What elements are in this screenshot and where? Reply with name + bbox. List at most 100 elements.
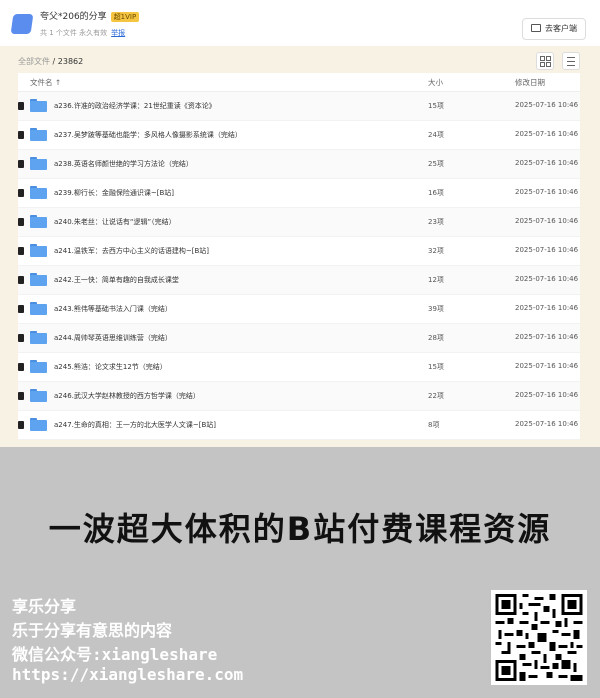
folder-icon bbox=[30, 331, 47, 344]
folder-icon bbox=[30, 418, 47, 431]
table-row[interactable]: a238.英语名师颜世绝的学习方法论（完结） 25项 2025-07-16 10:4… bbox=[18, 150, 580, 179]
folder-body bbox=[30, 159, 47, 170]
folder-body bbox=[30, 275, 47, 286]
file-size: 24项 bbox=[428, 131, 444, 139]
list-view-icon-line bbox=[567, 61, 575, 62]
share-meta: 共 1 个文件 永久有效 举报 bbox=[40, 28, 125, 38]
table-row[interactable]: a247.生命的真相：王一方的北大医学人文课~[B站] 8项 2025-07-16 … bbox=[18, 411, 580, 440]
row-checkbox[interactable] bbox=[18, 305, 24, 313]
file-name[interactable]: a241.温铁军：去西方中心主义的话语建构~[B站] bbox=[54, 246, 209, 256]
file-date: 2025-07-16 10:46 bbox=[515, 130, 579, 138]
share-logo-icon bbox=[10, 14, 34, 34]
file-date: 2025-07-16 10:46 bbox=[515, 188, 579, 196]
grid-view-icon bbox=[540, 56, 545, 61]
share-header: 夸父*206的分享 超1VIP 共 1 个文件 永久有效 举报 去客户端 bbox=[0, 0, 600, 46]
folder-icon bbox=[30, 302, 47, 315]
file-size: 25项 bbox=[428, 160, 444, 168]
promo-slogan: 乐于分享有意思的内容 bbox=[12, 621, 173, 640]
file-table: 文件名 ↑ 大小 修改日期 a236.许准的政治经济学课：21世纪重读《资本论》… bbox=[18, 73, 580, 440]
file-size: 28项 bbox=[428, 334, 444, 342]
breadcrumb-root[interactable]: 全部文件 bbox=[18, 57, 50, 66]
file-share-screenshot: 夸父*206的分享 超1VIP 共 1 个文件 永久有效 举报 去客户端 全部文件 … bbox=[0, 0, 600, 447]
file-size: 23项 bbox=[428, 218, 444, 226]
file-size: 32项 bbox=[428, 247, 444, 255]
file-date: 2025-07-16 10:46 bbox=[515, 391, 579, 399]
file-name[interactable]: a242.王一快：简单有趣的自我成长课堂 bbox=[54, 275, 179, 285]
file-size: 15项 bbox=[428, 102, 444, 110]
folder-icon bbox=[30, 244, 47, 257]
share-title-text: 夸父*206的分享 bbox=[40, 12, 107, 22]
file-name[interactable]: a239.柳行长：金融保险通识课~[B站] bbox=[54, 188, 174, 198]
grid-view-icon-cell bbox=[540, 62, 545, 67]
report-link[interactable]: 举报 bbox=[111, 29, 125, 37]
row-checkbox[interactable] bbox=[18, 102, 24, 110]
grid-view-button[interactable] bbox=[536, 52, 554, 70]
row-checkbox[interactable] bbox=[18, 392, 24, 400]
folder-icon bbox=[30, 128, 47, 141]
row-checkbox[interactable] bbox=[18, 189, 24, 197]
row-checkbox[interactable] bbox=[18, 363, 24, 371]
table-row[interactable]: a237.吴梦跛等基础也能学：多风格人像摄影系统课（完结） 24项 2025-07-… bbox=[18, 121, 580, 150]
folder-icon bbox=[30, 99, 47, 112]
table-row[interactable]: a242.王一快：简单有趣的自我成长课堂 12项 2025-07-16 10:46 bbox=[18, 266, 580, 295]
table-header: 文件名 ↑ 大小 修改日期 bbox=[18, 73, 580, 92]
file-name[interactable]: a245.熊浩：论文求生12节（完结） bbox=[54, 362, 167, 372]
file-size: 16项 bbox=[428, 189, 444, 197]
file-name[interactable]: a236.许准的政治经济学课：21世纪重读《资本论》 bbox=[54, 101, 216, 111]
row-checkbox[interactable] bbox=[18, 334, 24, 342]
column-header-name[interactable]: 文件名 ↑ bbox=[30, 77, 61, 88]
promo-banner: 一波超大体积的B站付费课程资源 享乐分享 乐于分享有意思的内容 微信公众号:xi… bbox=[0, 447, 600, 698]
folder-body bbox=[30, 188, 47, 199]
open-client-label: 去客户端 bbox=[545, 24, 577, 33]
table-row[interactable]: a244.周帅琴英语思维训练营（完结） 28项 2025-07-16 10:46 bbox=[18, 324, 580, 353]
folder-icon bbox=[30, 389, 47, 402]
table-row[interactable]: a236.许准的政治经济学课：21世纪重读《资本论》 15项 2025-07-16 … bbox=[18, 92, 580, 121]
file-size: 39项 bbox=[428, 305, 444, 313]
file-name[interactable]: a244.周帅琴英语思维训练营（完结） bbox=[54, 333, 172, 343]
folder-icon bbox=[30, 157, 47, 170]
list-view-icon-line bbox=[567, 65, 575, 66]
list-view-icon bbox=[567, 57, 575, 58]
file-date: 2025-07-16 10:46 bbox=[515, 246, 579, 254]
file-name[interactable]: a243.熊伟等基础书法入门课（完结） bbox=[54, 304, 172, 314]
file-date: 2025-07-16 10:46 bbox=[515, 420, 579, 428]
file-name[interactable]: a247.生命的真相：王一方的北大医学人文课~[B站] bbox=[54, 420, 216, 430]
folder-body bbox=[30, 333, 47, 344]
table-row[interactable]: a243.熊伟等基础书法入门课（完结） 39项 2025-07-16 10:46 bbox=[18, 295, 580, 324]
promo-brand: 享乐分享 bbox=[12, 597, 77, 616]
table-row[interactable]: a246.武汉大学赵林教授的西方哲学课（完结） 22项 2025-07-16 10:… bbox=[18, 382, 580, 411]
folder-body bbox=[30, 101, 47, 112]
promo-headline: 一波超大体积的B站付费课程资源 bbox=[48, 510, 552, 548]
folder-body bbox=[30, 304, 47, 315]
file-name[interactable]: a246.武汉大学赵林教授的西方哲学课（完结） bbox=[54, 391, 200, 401]
file-date: 2025-07-16 10:46 bbox=[515, 217, 579, 225]
file-name[interactable]: a237.吴梦跛等基础也能学：多风格人像摄影系统课（完结） bbox=[54, 130, 242, 140]
row-checkbox[interactable] bbox=[18, 218, 24, 226]
grid-view-icon-cell bbox=[546, 56, 551, 61]
folder-body bbox=[30, 246, 47, 257]
file-name[interactable]: a238.英语名师颜世绝的学习方法论（完结） bbox=[54, 159, 193, 169]
row-checkbox[interactable] bbox=[18, 131, 24, 139]
row-checkbox[interactable] bbox=[18, 160, 24, 168]
breadcrumb-current: 23862 bbox=[57, 57, 84, 66]
file-date: 2025-07-16 10:46 bbox=[515, 101, 579, 109]
table-row[interactable]: a245.熊浩：论文求生12节（完结） 15项 2025-07-16 10:46 bbox=[18, 353, 580, 382]
table-row[interactable]: a241.温铁军：去西方中心主义的话语建构~[B站] 32项 2025-07-16 … bbox=[18, 237, 580, 266]
row-checkbox[interactable] bbox=[18, 421, 24, 429]
share-title: 夸父*206的分享 超1VIP bbox=[40, 9, 140, 22]
folder-body bbox=[30, 217, 47, 228]
list-view-button[interactable] bbox=[562, 52, 580, 70]
file-date: 2025-07-16 10:46 bbox=[515, 362, 579, 370]
table-row[interactable]: a239.柳行长：金融保险通识课~[B站] 16项 2025-07-16 10:46 bbox=[18, 179, 580, 208]
folder-body bbox=[30, 130, 47, 141]
row-checkbox[interactable] bbox=[18, 276, 24, 284]
file-name[interactable]: a240.朱老丝：让说话有“逻辑”（完结） bbox=[54, 217, 176, 227]
column-header-date[interactable]: 修改日期 bbox=[515, 77, 545, 88]
open-client-button[interactable]: 去客户端 bbox=[522, 18, 586, 40]
table-row[interactable]: a240.朱老丝：让说话有“逻辑”（完结） 23项 2025-07-16 10:46 bbox=[18, 208, 580, 237]
qr-code-graphic bbox=[495, 594, 583, 681]
file-size: 22项 bbox=[428, 392, 444, 400]
row-checkbox[interactable] bbox=[18, 247, 24, 255]
promo-wechat: 微信公众号:xiangleshare bbox=[12, 645, 218, 664]
column-header-size[interactable]: 大小 bbox=[428, 77, 443, 88]
